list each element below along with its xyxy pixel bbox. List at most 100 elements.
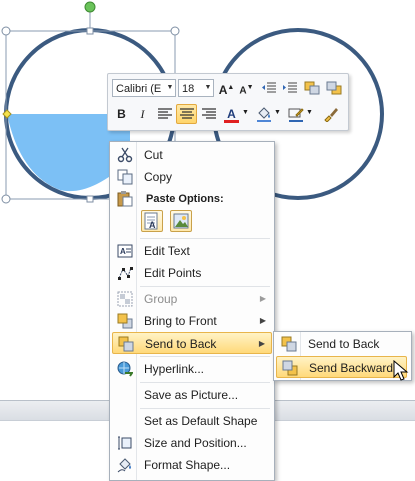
decrease-indent-button[interactable] xyxy=(258,78,279,98)
menu-item-label: Group xyxy=(144,292,178,306)
menu-item-save-as-picture[interactable]: Save as Picture... xyxy=(112,384,272,406)
menu-separator xyxy=(140,238,270,239)
shape-fill-button[interactable] xyxy=(253,104,274,124)
edit-text-icon: A xyxy=(117,244,133,258)
align-right-icon xyxy=(201,108,216,119)
font-color-swatch xyxy=(224,120,239,123)
rotation-handle[interactable] xyxy=(84,1,96,13)
align-center-icon xyxy=(179,108,194,119)
format-shape-icon xyxy=(117,458,131,473)
increase-indent-icon xyxy=(282,82,297,93)
pen-outline-icon xyxy=(288,108,304,122)
bold-label: B xyxy=(117,107,126,121)
chevron-down-icon[interactable]: ▼ xyxy=(242,109,249,116)
font-name-value: Calibri (E xyxy=(116,83,162,95)
submenu-arrow-icon: ▶ xyxy=(259,316,266,325)
menu-item-cut[interactable]: Cut xyxy=(112,144,272,166)
align-left-button[interactable] xyxy=(154,104,175,124)
chevron-down-icon[interactable]: ▼ xyxy=(165,80,175,96)
send-backward-button[interactable] xyxy=(323,78,344,98)
center-button[interactable] xyxy=(176,104,197,124)
send-to-back-submenu: Send to Back Send Backward xyxy=(273,331,412,381)
menu-item-size-position[interactable]: Size and Position... xyxy=(112,432,272,454)
align-left-icon xyxy=(157,108,172,119)
align-right-button[interactable] xyxy=(198,104,219,124)
mini-toolbar: Calibri (E ▼ 18 ▼ A▲ A▼ B I A ▼ ▼ ▼ xyxy=(107,73,349,131)
scissors-icon xyxy=(117,147,133,163)
italic-label: I xyxy=(140,107,145,121)
send-to-back-icon xyxy=(281,336,297,352)
menu-item-hyperlink[interactable]: Hyperlink... xyxy=(112,358,272,380)
resize-handle-tr[interactable] xyxy=(170,26,180,36)
svg-text:A: A xyxy=(149,220,156,230)
chevron-down-icon[interactable]: ▼ xyxy=(203,80,213,96)
paste-picture-icon xyxy=(173,213,189,229)
bring-forward-icon xyxy=(304,81,319,95)
edit-points-icon xyxy=(118,267,133,280)
font-name-combo[interactable]: Calibri (E ▼ xyxy=(112,79,176,97)
bring-to-front-icon xyxy=(117,313,133,329)
group-icon xyxy=(117,291,133,307)
font-size-value: 18 xyxy=(182,83,195,95)
chevron-down-icon[interactable]: ▼ xyxy=(274,109,281,116)
menu-item-label: Cut xyxy=(144,148,163,162)
menu-item-copy[interactable]: Copy xyxy=(112,166,272,188)
resize-handle-t[interactable] xyxy=(86,27,94,35)
paste-keep-source-button[interactable]: A xyxy=(141,210,163,232)
menu-separator xyxy=(140,382,270,383)
italic-button[interactable]: I xyxy=(132,104,153,124)
svg-text:A: A xyxy=(120,247,126,256)
menu-item-label: Bring to Front xyxy=(144,314,217,328)
paint-bucket-icon xyxy=(256,107,271,122)
resize-handle-bl[interactable] xyxy=(1,194,11,204)
font-color-button[interactable]: A xyxy=(221,104,242,124)
menu-item-label: Edit Text xyxy=(144,244,190,258)
paste-as-picture-button[interactable] xyxy=(170,210,192,232)
format-painter-button[interactable] xyxy=(320,104,341,124)
menu-item-bring-to-front[interactable]: Bring to Front ▶ xyxy=(112,310,272,332)
submenu-arrow-icon: ▶ xyxy=(258,339,265,348)
resize-handle-b[interactable] xyxy=(86,195,94,203)
shrink-font-button[interactable]: A▼ xyxy=(236,78,257,98)
menu-item-set-default-shape[interactable]: Set as Default Shape xyxy=(112,410,272,432)
menu-separator xyxy=(140,286,270,287)
send-to-back-icon xyxy=(118,336,134,352)
submenu-item-send-backward[interactable]: Send Backward xyxy=(276,356,407,378)
submenu-arrow-icon: ▶ xyxy=(259,294,266,303)
chevron-down-icon[interactable]: ▼ xyxy=(306,109,313,116)
grow-font-button[interactable]: A▲ xyxy=(216,78,237,98)
menu-separator xyxy=(140,408,270,409)
menu-item-format-shape[interactable]: Format Shape... xyxy=(112,454,272,476)
menu-item-label: Send to Back xyxy=(308,337,380,351)
bold-button[interactable]: B xyxy=(111,104,132,124)
paste-icon xyxy=(117,191,133,207)
menu-item-edit-points[interactable]: Edit Points xyxy=(112,262,272,284)
menu-item-send-to-back[interactable]: Send to Back ▶ xyxy=(112,332,272,354)
menu-item-edit-text[interactable]: A Edit Text xyxy=(112,240,272,262)
menu-item-label: Size and Position... xyxy=(144,436,247,450)
bring-forward-button[interactable] xyxy=(301,78,322,98)
send-backward-icon xyxy=(282,360,298,376)
menu-item-label: Set as Default Shape xyxy=(144,414,258,428)
shape-outline-button[interactable] xyxy=(285,104,306,124)
menu-item-label: Edit Points xyxy=(144,266,202,280)
menu-item-label: Save as Picture... xyxy=(144,388,239,402)
hyperlink-icon xyxy=(117,361,133,377)
submenu-item-send-to-back[interactable]: Send to Back xyxy=(276,333,407,355)
menu-item-label: Hyperlink... xyxy=(144,362,205,376)
menu-item-label: Copy xyxy=(144,170,173,184)
mouse-pointer-icon xyxy=(393,360,409,381)
paste-keep-format-icon: A xyxy=(144,212,158,230)
increase-indent-button[interactable] xyxy=(279,78,300,98)
menu-separator xyxy=(140,356,270,357)
size-position-icon xyxy=(118,436,132,450)
font-color-label: A xyxy=(227,107,236,121)
menu-item-paste-options: Paste Options: xyxy=(112,188,272,210)
resize-handle-tl[interactable] xyxy=(1,26,11,36)
copy-icon xyxy=(117,169,133,185)
menu-item-group: Group ▶ xyxy=(112,288,272,310)
decrease-indent-icon xyxy=(261,82,276,93)
font-size-combo[interactable]: 18 ▼ xyxy=(178,79,214,97)
menu-item-label: Format Shape... xyxy=(144,458,231,472)
send-backward-icon xyxy=(326,81,341,95)
